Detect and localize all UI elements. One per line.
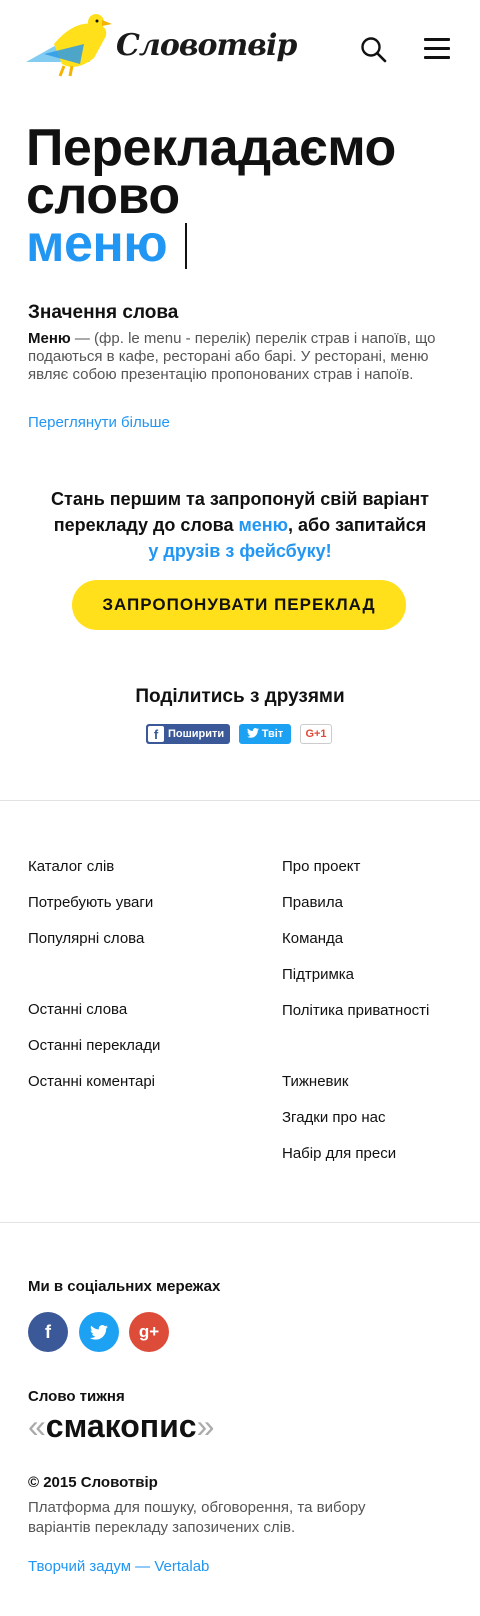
twitter-icon[interactable] [79,1312,119,1352]
footer-link-catalog[interactable]: Каталог слів [28,858,114,875]
footer-link-privacy[interactable]: Політика приватності [282,1002,429,1019]
footer-link-press-kit[interactable]: Набір для преси [282,1145,396,1162]
close-quote: » [196,1408,215,1444]
title-line-2: слово [26,167,180,225]
copyright: © 2015 Словотвір [28,1474,158,1491]
cta-text: Стань першим та запропонуй свій варіант … [20,486,460,564]
footer-link-mentions[interactable]: Згадки про нас [282,1109,386,1126]
footer-link-latest-comments[interactable]: Останні коментарі [28,1073,155,1090]
meaning-term: Меню [28,330,71,347]
facebook-icon[interactable]: f [28,1312,68,1352]
ask-facebook-friends-link[interactable]: у друзів з фейсбуку! [148,541,331,561]
twitter-tweet-button[interactable]: Твіт [239,724,291,744]
facebook-share-button[interactable]: f Поширити [146,724,230,744]
footer-link-support[interactable]: Підтримка [282,966,354,983]
header: Словотвір [0,0,480,96]
footer-link-team[interactable]: Команда [282,930,343,947]
search-icon[interactable] [360,36,388,64]
divider [0,1222,480,1223]
text-caret [185,223,188,269]
open-quote: « [28,1408,46,1444]
credit-link[interactable]: Творчий задум — Vertalab [28,1558,209,1575]
facebook-share-label: Поширити [168,728,225,740]
hero-word: меню [26,215,168,273]
logo-text[interactable]: Словотвір [116,28,297,63]
share-heading: Поділитись з друзями [135,686,345,707]
suggest-translation-button[interactable]: ЗАПРОПОНУВАТИ ПЕРЕКЛАД [72,580,406,630]
logo-bird-icon[interactable] [24,14,114,78]
menu-bar [424,38,450,41]
twitter-tweet-label: Твіт [261,728,284,740]
footer-link-rules[interactable]: Правила [282,894,343,911]
page-title: Перекладаємо слово меню [26,119,466,270]
menu-bar [424,47,450,50]
footer-link-popular-words[interactable]: Популярні слова [28,930,144,947]
footer-link-latest-words[interactable]: Останні слова [28,1001,127,1018]
view-more-link[interactable]: Переглянути більше [28,414,170,431]
hamburger-menu-icon[interactable] [424,38,450,60]
divider [0,800,480,801]
word-of-week-text: смакопис [45,1408,197,1444]
menu-bar [424,56,450,59]
meaning-heading: Значення слова [28,302,179,323]
footer-link-weekly[interactable]: Тижневик [282,1073,348,1090]
word-of-week[interactable]: «смакопис» [28,1408,214,1445]
footer-link-about[interactable]: Про проект [282,858,360,875]
cta-word-link[interactable]: меню [238,515,288,535]
google-plus-button[interactable]: G+1 [300,724,332,744]
title-line-1: Перекладаємо [26,119,396,177]
google-plus-icon[interactable]: g+ [129,1312,169,1352]
twitter-icon [246,728,259,738]
title-word-line: меню [26,218,466,270]
facebook-icon: f [148,726,164,742]
meaning-definition: Меню — (фр. le menu - перелік) перелік с… [28,330,444,384]
social-heading: Ми в соціальних мережах [28,1278,221,1295]
meaning-definition-text: — (фр. le menu - перелік) перелік страв … [28,330,436,383]
word-of-week-heading: Слово тижня [28,1388,125,1405]
footer-link-latest-translations[interactable]: Останні переклади [28,1037,160,1054]
tagline: Платформа для пошуку, обговорення, та ви… [28,1499,366,1536]
footer-link-need-attention[interactable]: Потребують уваги [28,894,153,911]
cta-text-part2: , або запитайся [288,515,427,535]
